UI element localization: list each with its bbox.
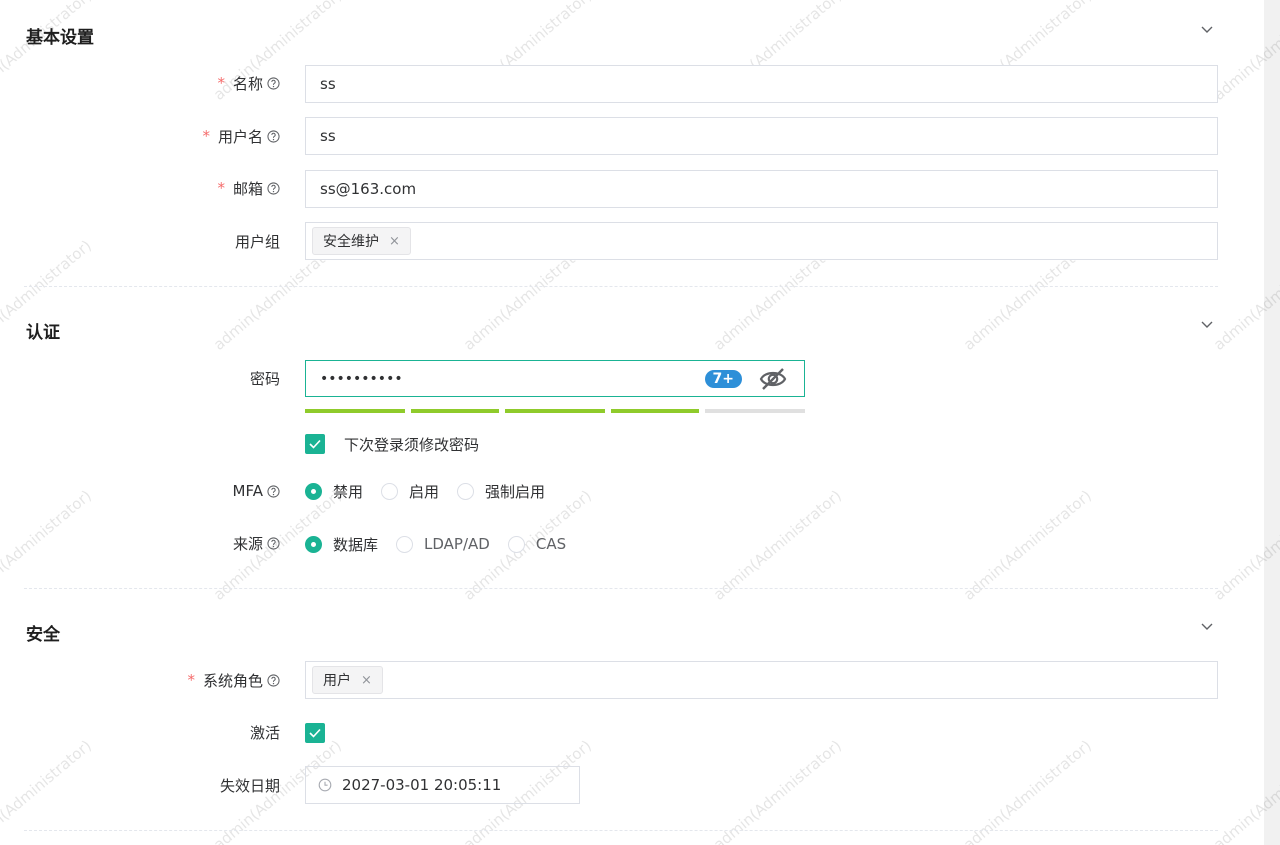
role-select[interactable]: 用户 × bbox=[305, 661, 1218, 699]
question-circle-icon[interactable] bbox=[267, 76, 280, 90]
section-title-security: 安全 bbox=[26, 625, 60, 645]
watermark-text: admin(Administrator) bbox=[0, 0, 95, 104]
section-divider bbox=[24, 588, 1218, 589]
question-circle-icon[interactable] bbox=[267, 536, 280, 550]
question-circle-icon[interactable] bbox=[267, 673, 280, 687]
expire-label: 失效日期 bbox=[219, 776, 280, 795]
source-radio-group: 数据库 LDAP/AD CAS bbox=[305, 534, 584, 554]
must-change-password-checkbox[interactable] bbox=[305, 434, 325, 454]
must-change-password-label: 下次登录须修改密码 bbox=[344, 436, 480, 454]
check-icon bbox=[309, 728, 321, 738]
password-score-badge: 7+ bbox=[704, 370, 742, 388]
strength-segment bbox=[505, 409, 605, 413]
mfa-radio-enabled[interactable]: 启用 bbox=[381, 481, 439, 502]
required-mark: * bbox=[202, 127, 210, 145]
watermark-text: admin(Administrator) bbox=[960, 736, 1095, 845]
group-tag: 安全维护 × bbox=[312, 227, 411, 255]
name-input[interactable]: ss bbox=[305, 65, 1218, 103]
watermark-text: admin(Administrator) bbox=[0, 736, 95, 845]
active-label: 激活 bbox=[249, 723, 280, 742]
required-mark: * bbox=[187, 671, 195, 689]
radio-dot bbox=[396, 535, 414, 553]
chevron-down-icon[interactable] bbox=[1200, 619, 1214, 633]
close-icon[interactable]: × bbox=[389, 234, 400, 249]
section-title-basic: 基本设置 bbox=[26, 28, 94, 48]
mfa-label: MFA bbox=[233, 481, 280, 501]
source-radio-cas[interactable]: CAS bbox=[507, 535, 566, 553]
strength-segment bbox=[705, 409, 805, 413]
username-label: * 用户名 bbox=[202, 126, 280, 146]
source-radio-database[interactable]: 数据库 bbox=[305, 534, 378, 555]
groups-select[interactable]: 安全维护 × bbox=[305, 222, 1218, 260]
source-label: 来源 bbox=[233, 533, 280, 553]
groups-label: 用户组 bbox=[234, 232, 280, 251]
strength-segment bbox=[411, 409, 499, 413]
radio-dot bbox=[305, 535, 322, 553]
strength-segment bbox=[305, 409, 405, 413]
password-label: 密码 bbox=[249, 369, 280, 388]
question-circle-icon[interactable] bbox=[267, 129, 280, 143]
chevron-down-icon[interactable] bbox=[1200, 317, 1214, 331]
scrollbar[interactable] bbox=[1264, 0, 1280, 845]
strength-segment bbox=[611, 409, 699, 413]
active-checkbox[interactable] bbox=[305, 723, 325, 743]
username-input[interactable]: ss bbox=[305, 117, 1218, 155]
check-icon bbox=[309, 439, 321, 449]
required-mark: * bbox=[217, 179, 225, 197]
chevron-down-icon[interactable] bbox=[1200, 22, 1214, 36]
eye-off-icon[interactable] bbox=[758, 366, 788, 392]
mfa-radio-group: 禁用 启用 强制启用 bbox=[305, 481, 563, 501]
radio-dot bbox=[305, 482, 322, 500]
expire-date-picker[interactable]: 2027-03-01 20:05:11 bbox=[305, 766, 580, 804]
radio-dot bbox=[507, 535, 525, 553]
radio-dot bbox=[381, 482, 399, 500]
name-label: * 名称 bbox=[217, 73, 280, 93]
section-divider bbox=[24, 286, 1218, 287]
role-label: * 系统角色 bbox=[187, 670, 280, 690]
source-radio-ldap[interactable]: LDAP/AD bbox=[396, 535, 490, 553]
radio-dot bbox=[457, 482, 475, 500]
watermark-text: admin(Administrator) bbox=[710, 736, 845, 845]
question-circle-icon[interactable] bbox=[267, 484, 280, 498]
required-mark: * bbox=[217, 74, 225, 92]
role-tag: 用户 × bbox=[312, 666, 383, 694]
watermark-text: admin(Administrator) bbox=[960, 486, 1095, 604]
email-label: * 邮箱 bbox=[217, 178, 280, 198]
mfa-radio-forced[interactable]: 强制启用 bbox=[457, 481, 545, 502]
section-divider bbox=[24, 830, 1218, 831]
question-circle-icon[interactable] bbox=[267, 181, 280, 195]
close-icon[interactable]: × bbox=[361, 673, 372, 688]
mfa-radio-disabled[interactable]: 禁用 bbox=[305, 481, 363, 502]
watermark-text: admin(Administrator) bbox=[710, 486, 845, 604]
password-input[interactable]: •••••••••• 7+ bbox=[305, 360, 805, 397]
email-input[interactable]: ss@163.com bbox=[305, 170, 1218, 208]
section-title-auth: 认证 bbox=[26, 323, 60, 343]
clock-icon bbox=[318, 778, 332, 792]
watermark-text: admin(Administrator) bbox=[0, 486, 95, 604]
